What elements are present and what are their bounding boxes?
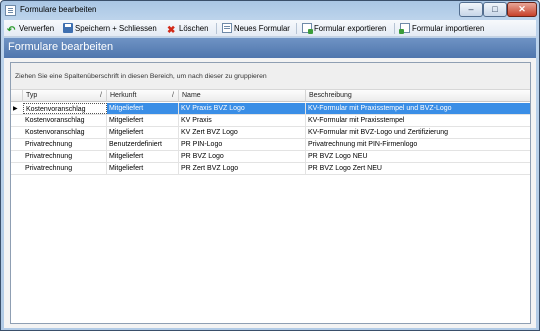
table-row[interactable]: Kostenvoranschlag Mitgeliefert KV Praxis…: [11, 115, 530, 127]
cell-name[interactable]: KV Zert BVZ Logo: [179, 127, 306, 138]
new-form-label: Neues Formular: [234, 24, 290, 33]
toolbar: ↶ Verwerfen Speichern + Schliessen ✖ Lösch…: [4, 20, 536, 37]
column-label-herkunft: Herkunft: [110, 92, 137, 99]
cell-beschreibung[interactable]: KV-Formular mit Praxisstempel: [306, 115, 530, 126]
column-header-herkunft[interactable]: Herkunft /: [107, 90, 179, 102]
cell-typ[interactable]: Privatrechnung: [23, 139, 107, 150]
cell-typ[interactable]: Kostenvoranschlag: [23, 115, 107, 126]
form-app-icon: [5, 5, 16, 16]
cell-typ[interactable]: Kostenvoranschlag: [23, 127, 107, 138]
cell-name[interactable]: PR PIN-Logo: [179, 139, 306, 150]
minimize-button[interactable]: –: [459, 2, 483, 17]
row-indicator-cell: [11, 163, 23, 174]
cell-name[interactable]: PR BVZ Logo: [179, 151, 306, 162]
cell-beschreibung[interactable]: PR BVZ Logo Zert NEU: [306, 163, 530, 174]
content-area: Ziehen Sie eine Spaltenüberschrift in di…: [4, 58, 536, 328]
save-icon: [63, 23, 73, 33]
toolbar-separator: [296, 23, 297, 34]
title-bar[interactable]: Formulare bearbeiten – □ ✕: [1, 1, 539, 20]
toolbar-separator: [394, 23, 395, 34]
column-header-row: Typ / Herkunft / Name Beschreibung: [11, 90, 530, 102]
export-label: Formular exportieren: [314, 24, 387, 33]
table-row[interactable]: Kostenvoranschlag Mitgeliefert KV Zert B…: [11, 127, 530, 139]
cell-name[interactable]: PR Zert BVZ Logo: [179, 163, 306, 174]
toolbar-separator: [216, 23, 217, 34]
delete-icon: ✖: [167, 25, 176, 36]
save-close-button[interactable]: Speichern + Schliessen: [63, 22, 157, 35]
row-indicator-cell: [11, 115, 23, 126]
page-title: Formulare bearbeiten: [8, 41, 114, 53]
cell-name[interactable]: KV Praxis: [179, 115, 306, 126]
import-label: Formular importieren: [412, 24, 485, 33]
page-header: Formulare bearbeiten: [4, 38, 536, 58]
row-indicator-cell: [11, 151, 23, 162]
cell-typ[interactable]: Privatrechnung: [23, 163, 107, 174]
column-label-name: Name: [182, 92, 201, 99]
row-indicator-cell: [11, 139, 23, 150]
column-header-typ[interactable]: Typ /: [23, 90, 107, 102]
cell-herkunft[interactable]: Mitgeliefert: [107, 115, 179, 126]
delete-button[interactable]: ✖ Löschen: [167, 22, 209, 36]
import-icon: [399, 23, 410, 34]
save-close-label: Speichern + Schliessen: [75, 24, 157, 33]
column-header-name[interactable]: Name: [179, 90, 306, 102]
close-button[interactable]: ✕: [507, 2, 537, 17]
group-by-panel[interactable]: Ziehen Sie eine Spaltenüberschrift in di…: [11, 63, 530, 90]
cell-herkunft[interactable]: Mitgeliefert: [107, 151, 179, 162]
discard-button[interactable]: ↶ Verwerfen: [7, 22, 55, 36]
table-row[interactable]: Privatrechnung Benutzerdefiniert PR PIN-…: [11, 139, 530, 151]
delete-label: Löschen: [179, 24, 209, 33]
row-indicator-cell: ▶: [11, 103, 23, 114]
app-window: Formulare bearbeiten – □ ✕ ↶ Verwerfen Sp…: [0, 0, 540, 331]
table-row[interactable]: ▶ Kostenvoranschlag Mitgeliefert KV Prax…: [11, 103, 530, 115]
new-form-button[interactable]: Neues Formular: [222, 22, 290, 35]
forms-grid: Ziehen Sie eine Spaltenüberschrift in di…: [10, 62, 531, 324]
current-row-arrow-icon: ▶: [13, 106, 18, 112]
table-row[interactable]: Privatrechnung Mitgeliefert PR BVZ Logo …: [11, 151, 530, 163]
sort-indicator-icon: /: [172, 92, 174, 99]
group-hint: Ziehen Sie eine Spaltenüberschrift in di…: [15, 73, 267, 80]
cell-name[interactable]: KV Praxis BVZ Logo: [179, 103, 306, 114]
cell-herkunft[interactable]: Benutzerdefiniert: [107, 139, 179, 150]
discard-label: Verwerfen: [19, 24, 55, 33]
column-label-typ: Typ: [26, 92, 38, 99]
column-label-beschreibung: Beschreibung: [309, 92, 352, 99]
cell-herkunft[interactable]: Mitgeliefert: [107, 163, 179, 174]
cell-beschreibung[interactable]: KV-Formular mit Praxisstempel und BVZ-Lo…: [306, 103, 530, 114]
sort-indicator-icon: /: [100, 92, 102, 99]
column-header-beschreibung[interactable]: Beschreibung: [306, 90, 530, 102]
export-icon: [302, 23, 313, 34]
import-form-button[interactable]: Formular importieren: [399, 22, 485, 35]
cell-beschreibung[interactable]: PR BVZ Logo NEU: [306, 151, 530, 162]
cell-typ[interactable]: Kostenvoranschlag: [23, 103, 107, 114]
table-row[interactable]: Privatrechnung Mitgeliefert PR Zert BVZ …: [11, 163, 530, 175]
row-indicator-cell: [11, 127, 23, 138]
cell-herkunft[interactable]: Mitgeliefert: [107, 103, 179, 114]
cell-typ[interactable]: Privatrechnung: [23, 151, 107, 162]
cell-beschreibung[interactable]: KV-Formular mit BVZ-Logo und Zertifizier…: [306, 127, 530, 138]
indicator-column-header: [11, 90, 23, 102]
undo-icon: ↶: [7, 25, 16, 36]
window-title: Formulare bearbeiten: [20, 5, 97, 14]
maximize-button[interactable]: □: [483, 2, 507, 17]
export-form-button[interactable]: Formular exportieren: [302, 22, 386, 35]
cell-herkunft[interactable]: Mitgeliefert: [107, 127, 179, 138]
cell-beschreibung[interactable]: Privatrechnung mit PIN-Firmenlogo: [306, 139, 530, 150]
new-form-icon: [222, 23, 232, 33]
